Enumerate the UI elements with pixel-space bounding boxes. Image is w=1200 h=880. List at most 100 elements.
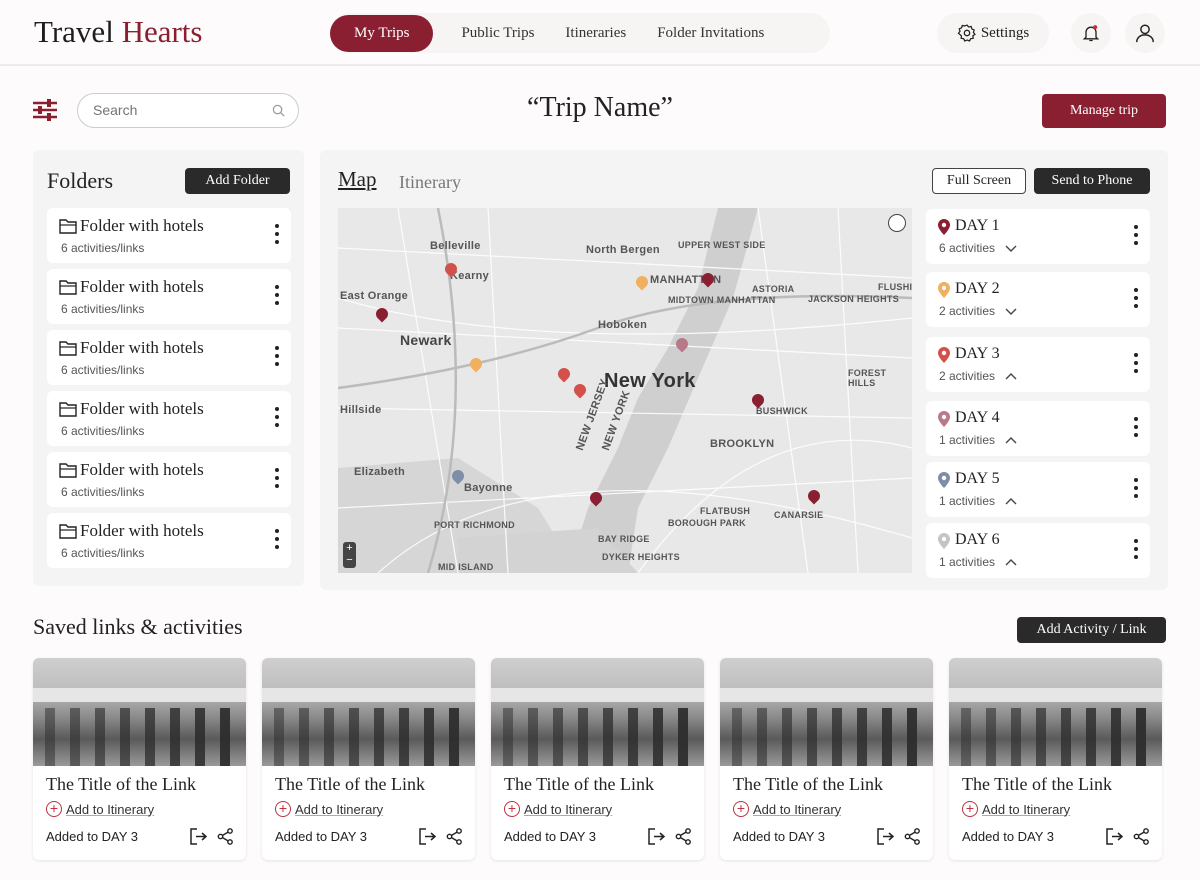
link-title[interactable]: The Title of the Link (962, 774, 1112, 795)
folder-icon (59, 524, 77, 539)
chevron-up-icon[interactable] (1004, 557, 1018, 568)
search-icon[interactable] (272, 104, 285, 117)
tab-itinerary[interactable]: Itinerary (399, 172, 461, 193)
more-options-icon[interactable] (275, 468, 279, 492)
more-options-icon[interactable] (275, 407, 279, 431)
full-screen-button[interactable]: Full Screen (932, 168, 1026, 194)
link-title[interactable]: The Title of the Link (504, 774, 654, 795)
link-title[interactable]: The Title of the Link (275, 774, 425, 795)
more-options-icon[interactable] (275, 285, 279, 309)
add-activity-link-button[interactable]: Add Activity / Link (1017, 617, 1166, 643)
day-item[interactable]: DAY 1 6 activities (926, 209, 1150, 264)
share-icon[interactable] (217, 828, 234, 845)
add-to-itinerary-link[interactable]: + Add to Itinerary (504, 801, 612, 817)
map-label: FOREST HILLS (848, 368, 887, 388)
folder-item[interactable]: Folder with hotels 6 activities/links (47, 269, 291, 324)
folder-item[interactable]: Folder with hotels 6 activities/links (47, 330, 291, 385)
link-title[interactable]: The Title of the Link (46, 774, 196, 795)
more-options-icon[interactable] (275, 224, 279, 248)
more-options-icon[interactable] (1134, 225, 1138, 249)
send-to-phone-button[interactable]: Send to Phone (1034, 168, 1150, 194)
map-label: New York (604, 370, 696, 392)
search-input[interactable] (77, 93, 299, 128)
search-field[interactable] (93, 102, 263, 118)
nav-itineraries[interactable]: Itineraries (565, 25, 626, 42)
map-pin-icon (938, 533, 950, 549)
map-label: BROOKLYN (710, 438, 775, 450)
map-label: Elizabeth (354, 466, 405, 478)
chevron-up-icon[interactable] (1004, 435, 1018, 446)
folder-icon (59, 402, 77, 417)
manage-trip-button[interactable]: Manage trip (1042, 94, 1166, 128)
notifications-button[interactable] (1071, 13, 1111, 53)
saved-link-card[interactable]: The Title of the Link + Add to Itinerary … (262, 658, 475, 860)
day-label: DAY 3 (955, 345, 1000, 362)
share-icon[interactable] (675, 828, 692, 845)
map-label: ASTORIA (752, 284, 795, 294)
add-to-itinerary-link[interactable]: + Add to Itinerary (962, 801, 1070, 817)
tab-map[interactable]: Map (338, 167, 377, 192)
link-thumbnail-image (949, 658, 1162, 766)
day-label: DAY 4 (955, 409, 1000, 426)
folder-item[interactable]: Folder with hotels 6 activities/links (47, 391, 291, 446)
nav-public-trips[interactable]: Public Trips (461, 25, 534, 42)
open-link-icon[interactable] (1106, 828, 1123, 845)
more-options-icon[interactable] (1134, 478, 1138, 502)
day-item[interactable]: DAY 5 1 activities (926, 462, 1150, 517)
folder-item[interactable]: Folder with hotels 6 activities/links (47, 513, 291, 568)
link-thumbnail-image (33, 658, 246, 766)
link-thumbnail-image (262, 658, 475, 766)
recenter-icon[interactable] (888, 214, 906, 232)
day-item[interactable]: DAY 6 1 activities (926, 523, 1150, 578)
share-icon[interactable] (446, 828, 463, 845)
link-title[interactable]: The Title of the Link (733, 774, 883, 795)
saved-link-card[interactable]: The Title of the Link + Add to Itinerary … (491, 658, 704, 860)
map-label: Belleville (430, 240, 481, 252)
open-link-icon[interactable] (648, 828, 665, 845)
chevron-up-icon[interactable] (1004, 371, 1018, 382)
open-link-icon[interactable] (190, 828, 207, 845)
add-to-itinerary-link[interactable]: + Add to Itinerary (46, 801, 154, 817)
map-label: UPPER WEST SIDE (678, 240, 766, 250)
chevron-up-icon[interactable] (1004, 496, 1018, 507)
add-folder-button[interactable]: Add Folder (185, 168, 290, 194)
saved-link-card[interactable]: The Title of the Link + Add to Itinerary … (720, 658, 933, 860)
day-item[interactable]: DAY 3 2 activities (926, 337, 1150, 392)
chevron-down-icon[interactable] (1004, 243, 1018, 254)
folder-name: Folder with hotels (80, 521, 204, 540)
folder-count: 6 activities/links (61, 363, 145, 377)
share-icon[interactable] (1133, 828, 1150, 845)
more-options-icon[interactable] (275, 529, 279, 553)
day-label: DAY 5 (955, 470, 1000, 487)
saved-link-card[interactable]: The Title of the Link + Add to Itinerary … (33, 658, 246, 860)
more-options-icon[interactable] (275, 346, 279, 370)
day-item[interactable]: DAY 2 2 activities (926, 272, 1150, 327)
nav-my-trips[interactable]: My Trips (330, 14, 434, 52)
map-view[interactable]: New York Newark BROOKLYN Hoboken MANHATTAN MI… (338, 208, 912, 573)
add-to-itinerary-link[interactable]: + Add to Itinerary (733, 801, 841, 817)
folders-title: Folders (47, 168, 113, 193)
more-options-icon[interactable] (1134, 417, 1138, 441)
nav-folder-invitations[interactable]: Folder Invitations (657, 25, 764, 42)
settings-button[interactable]: Settings (937, 13, 1049, 53)
zoom-controls[interactable]: + − (343, 542, 356, 568)
folder-icon (59, 463, 77, 478)
map-label: FLUSHI (878, 282, 912, 292)
folder-count: 6 activities/links (61, 302, 145, 316)
day-item[interactable]: DAY 4 1 activities (926, 401, 1150, 456)
more-options-icon[interactable] (1134, 288, 1138, 312)
add-to-itinerary-link[interactable]: + Add to Itinerary (275, 801, 383, 817)
open-link-icon[interactable] (419, 828, 436, 845)
more-options-icon[interactable] (1134, 353, 1138, 377)
chevron-down-icon[interactable] (1004, 306, 1018, 317)
logo[interactable]: Travel Hearts (34, 14, 202, 50)
share-icon[interactable] (904, 828, 921, 845)
more-options-icon[interactable] (1134, 539, 1138, 563)
folder-name: Folder with hotels (80, 460, 204, 479)
open-link-icon[interactable] (877, 828, 894, 845)
profile-button[interactable] (1125, 13, 1165, 53)
folder-item[interactable]: Folder with hotels 6 activities/links (47, 208, 291, 263)
folder-item[interactable]: Folder with hotels 6 activities/links (47, 452, 291, 507)
filter-sliders-icon[interactable] (32, 99, 58, 121)
saved-link-card[interactable]: The Title of the Link + Add to Itinerary … (949, 658, 1162, 860)
